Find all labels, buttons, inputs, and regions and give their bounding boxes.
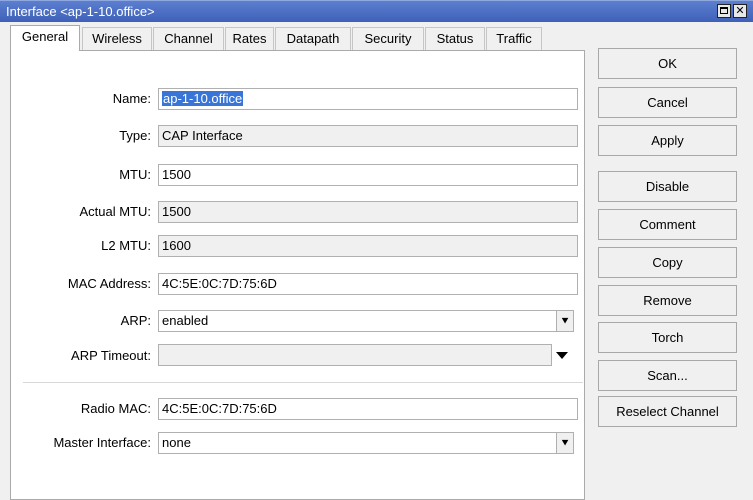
l2-mtu-field: 1600: [158, 235, 578, 257]
tab-security[interactable]: Security: [352, 27, 424, 50]
interface-dialog: Interface <ap-1-10.office> ✕ General Wir…: [0, 0, 753, 500]
separator: [23, 382, 583, 383]
restore-icon[interactable]: [717, 4, 731, 18]
radio-mac-field[interactable]: 4C:5E:0C:7D:75:6D: [158, 398, 578, 420]
master-interface-label: Master Interface:: [53, 435, 151, 450]
comment-button[interactable]: Comment: [598, 209, 737, 240]
tab-traffic[interactable]: Traffic: [486, 27, 542, 50]
close-icon[interactable]: ✕: [733, 4, 747, 18]
radio-mac-label: Radio MAC:: [80, 401, 151, 416]
mac-address-label: MAC Address:: [67, 276, 151, 291]
master-interface-field[interactable]: none: [158, 432, 557, 454]
actual-mtu-field: 1500: [158, 201, 578, 223]
name-label: Name:: [112, 91, 151, 106]
remove-button[interactable]: Remove: [598, 285, 737, 316]
torch-button[interactable]: Torch: [598, 322, 737, 353]
mtu-label: MTU:: [119, 167, 151, 182]
window-title: Interface <ap-1-10.office>: [6, 4, 155, 19]
name-field[interactable]: ap-1-10.office: [158, 88, 578, 110]
general-panel: Name: ap-1-10.office Type: CAP Interface…: [10, 50, 585, 500]
l2-mtu-label: L2 MTU:: [101, 238, 151, 253]
tab-rates[interactable]: Rates: [225, 27, 274, 50]
tab-general[interactable]: General: [10, 25, 80, 51]
scan-button[interactable]: Scan...: [598, 360, 737, 391]
mtu-field[interactable]: 1500: [158, 164, 578, 186]
tab-status[interactable]: Status: [425, 27, 485, 50]
copy-button[interactable]: Copy: [598, 247, 737, 278]
tab-wireless[interactable]: Wireless: [82, 27, 152, 50]
tab-channel[interactable]: Channel: [153, 27, 224, 50]
name-value: ap-1-10.office: [162, 91, 244, 106]
tab-datapath[interactable]: Datapath: [275, 27, 351, 50]
arp-timeout-label: ARP Timeout:: [71, 348, 151, 363]
arp-dropdown-icon[interactable]: ⯆: [556, 310, 574, 332]
type-label: Type:: [119, 128, 151, 143]
arp-field[interactable]: enabled: [158, 310, 557, 332]
actual-mtu-label: Actual MTU:: [79, 204, 151, 219]
arp-timeout-field[interactable]: [158, 344, 552, 366]
reselect-channel-button[interactable]: Reselect Channel: [598, 396, 737, 427]
arp-timeout-expand-icon[interactable]: [556, 352, 568, 359]
arp-label: ARP:: [120, 313, 151, 328]
disable-button[interactable]: Disable: [598, 171, 737, 202]
mac-address-field[interactable]: 4C:5E:0C:7D:75:6D: [158, 273, 578, 295]
type-field: CAP Interface: [158, 125, 578, 147]
ok-button[interactable]: OK: [598, 48, 737, 79]
title-bar[interactable]: Interface <ap-1-10.office> ✕: [0, 0, 753, 22]
master-interface-dropdown-icon[interactable]: ⯆: [556, 432, 574, 454]
cancel-button[interactable]: Cancel: [598, 87, 737, 118]
apply-button[interactable]: Apply: [598, 125, 737, 156]
